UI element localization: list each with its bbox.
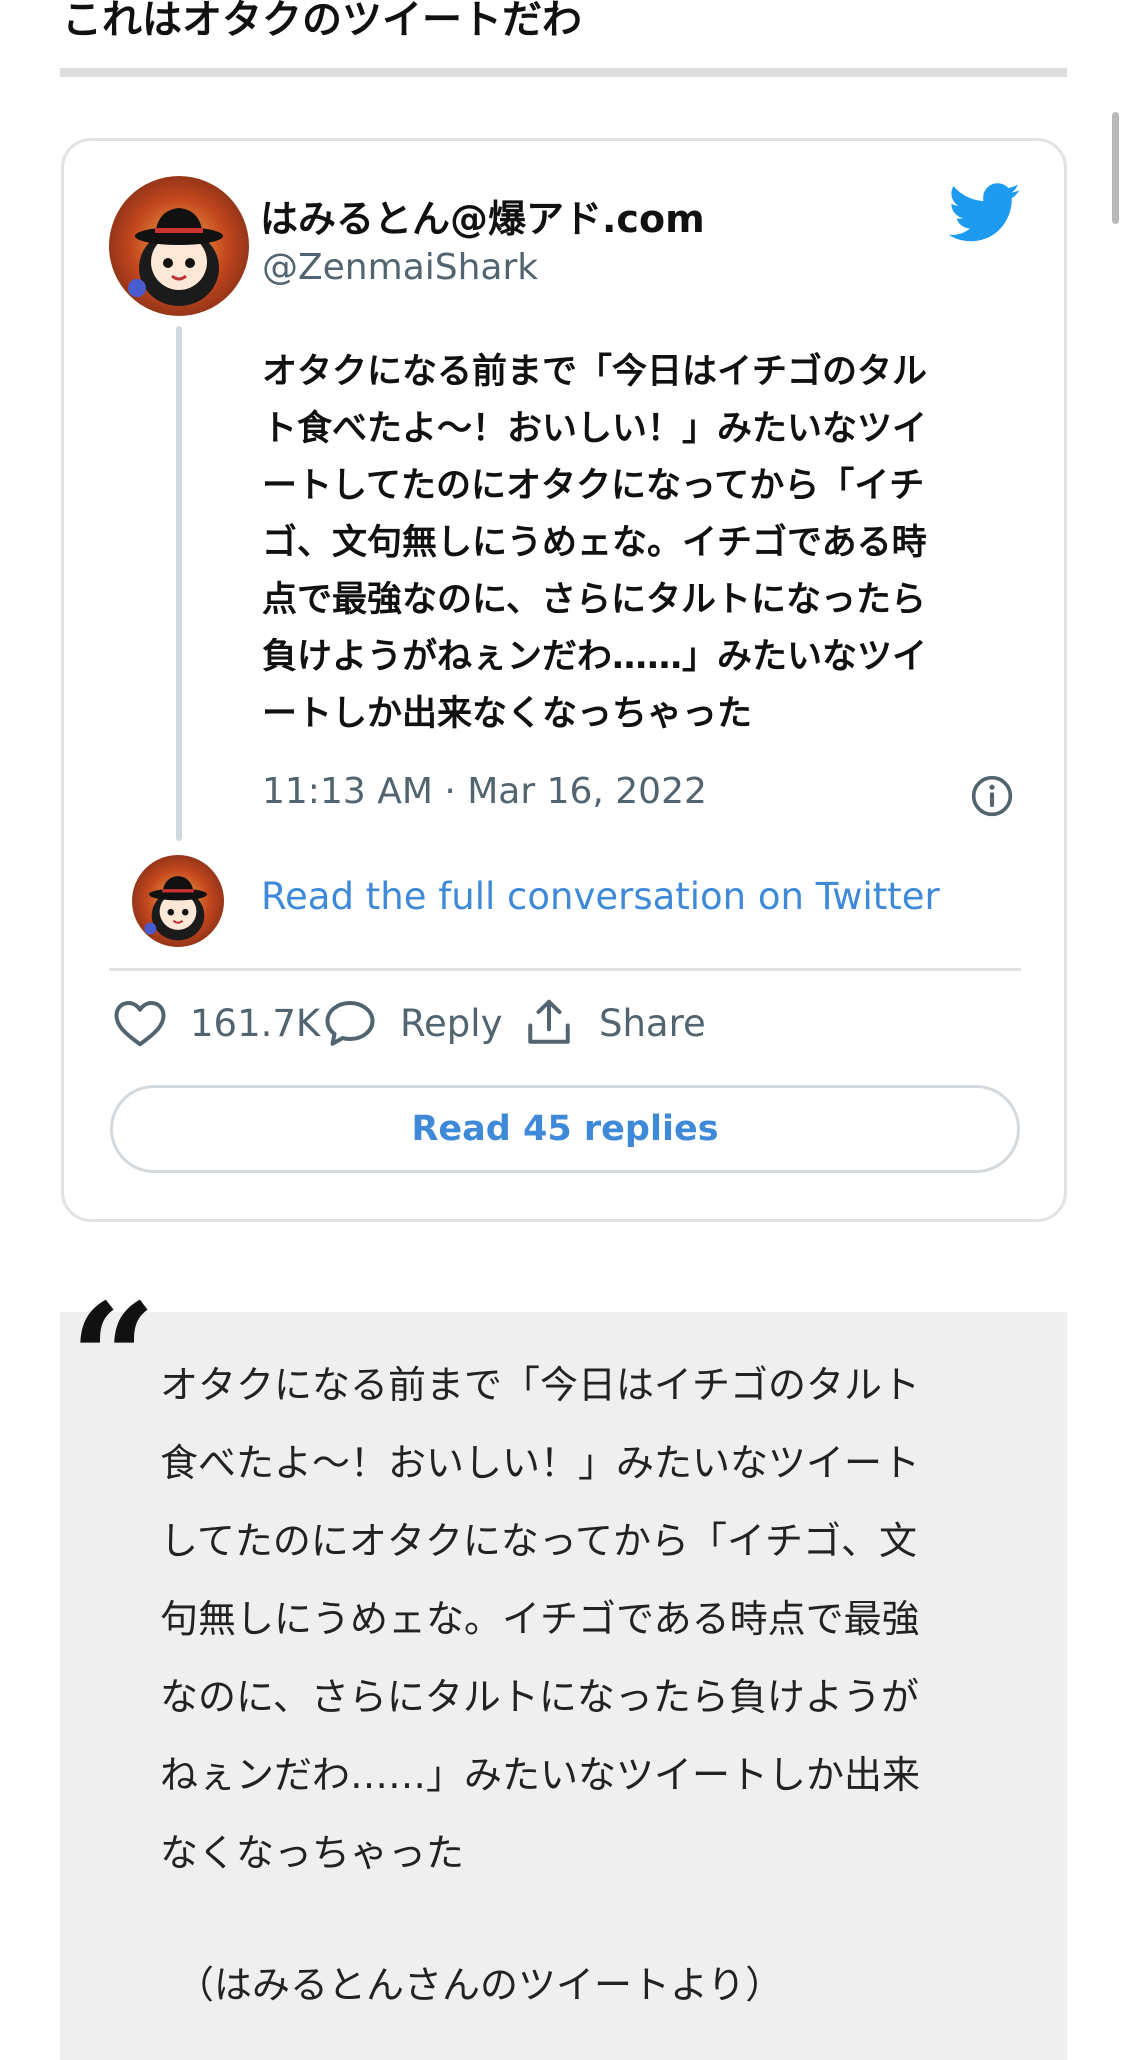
quote-text-line: してたのにオタクになってから「イチゴ、文 <box>160 1519 917 1563</box>
like-count: 161.7K <box>190 1001 321 1045</box>
author-avatar[interactable] <box>109 176 249 316</box>
author-avatar-small[interactable] <box>132 855 224 947</box>
tweet-text-line: ートしか出来なくなっちゃった <box>262 694 753 734</box>
share-button[interactable]: Share <box>519 988 706 1058</box>
tweet-text-line: ゴ、文句無しにうめェな。イチゴである時 <box>262 523 927 563</box>
like-button[interactable]: 161.7K <box>110 988 320 1058</box>
quote-text-line: ねぇンだわ……」みたいなツイートしか出来 <box>160 1753 921 1797</box>
quote-text: オタクになる前まで「今日はイチゴのタルト 食べたよ～！おいしい！」みたいなツイー… <box>160 1346 1040 1892</box>
tweet-timestamp[interactable]: 11:13 AM · Mar 16, 2022 <box>262 771 707 812</box>
share-label: Share <box>599 1001 706 1045</box>
page-heading: これはオタクのツイートだわ <box>62 0 582 43</box>
tweet-text-line: 負けようがねぇンだわ……」みたいなツイ <box>262 637 928 677</box>
thread-connector-line <box>176 326 182 841</box>
quote-text-line: なのに、さらにタルトになったら負けようが <box>160 1675 919 1719</box>
avatar-illustration <box>128 208 223 306</box>
embedded-tweet-card: はみるとん@爆アド.com @ZenmaiShark オタクになる前まで「今日は… <box>61 138 1067 1222</box>
tweet-text-line: ートしてたのにオタクになってから「イチ <box>262 466 925 506</box>
tweet-text: オタクになる前まで「今日はイチゴのタル ト食べたよ～！おいしい！」みたいなツイ … <box>262 344 1042 743</box>
blockquote: “ オタクになる前まで「今日はイチゴのタルト 食べたよ～！おいしい！」みたいなツ… <box>60 1284 1067 2060</box>
speech-bubble-icon <box>325 1001 375 1046</box>
author-handle[interactable]: @ZenmaiShark <box>262 247 538 288</box>
twitter-bird-icon[interactable] <box>949 183 1021 243</box>
actions-divider <box>109 968 1021 971</box>
quote-text-line: なくなっちゃった <box>160 1831 465 1875</box>
tweet-text-line: 点で最強なのに、さらにタルトになったら <box>262 580 926 620</box>
scrollbar-thumb[interactable] <box>1112 112 1119 224</box>
read-replies-button[interactable]: Read 45 replies <box>110 1085 1020 1173</box>
tweet-text-line: オタクになる前まで「今日はイチゴのタル <box>262 352 928 392</box>
reply-button[interactable]: Reply <box>320 988 502 1058</box>
heading-divider <box>60 68 1067 77</box>
quote-source: （はみるとんさんのツイートより） <box>176 1963 784 2007</box>
info-icon[interactable] <box>970 774 1014 818</box>
quote-mark-icon: “ <box>70 1271 157 1447</box>
reply-label: Reply <box>400 1001 503 1045</box>
quote-text-line: オタクになる前まで「今日はイチゴのタルト <box>160 1363 921 1407</box>
author-display-name[interactable]: はみるとん@爆アド.com <box>260 188 705 243</box>
heart-icon <box>114 1001 166 1047</box>
quote-text-line: 食べたよ～！おいしい！」みたいなツイート <box>160 1441 921 1485</box>
read-full-conversation-link[interactable]: Read the full conversation on Twitter <box>261 875 940 918</box>
quote-text-line: 句無しにうめェな。イチゴである時点で最強 <box>160 1597 920 1641</box>
avatar-illustration <box>144 876 207 941</box>
tweet-text-line: ト食べたよ～！おいしい！」みたいなツイ <box>262 409 928 449</box>
share-upload-icon <box>528 999 570 1044</box>
